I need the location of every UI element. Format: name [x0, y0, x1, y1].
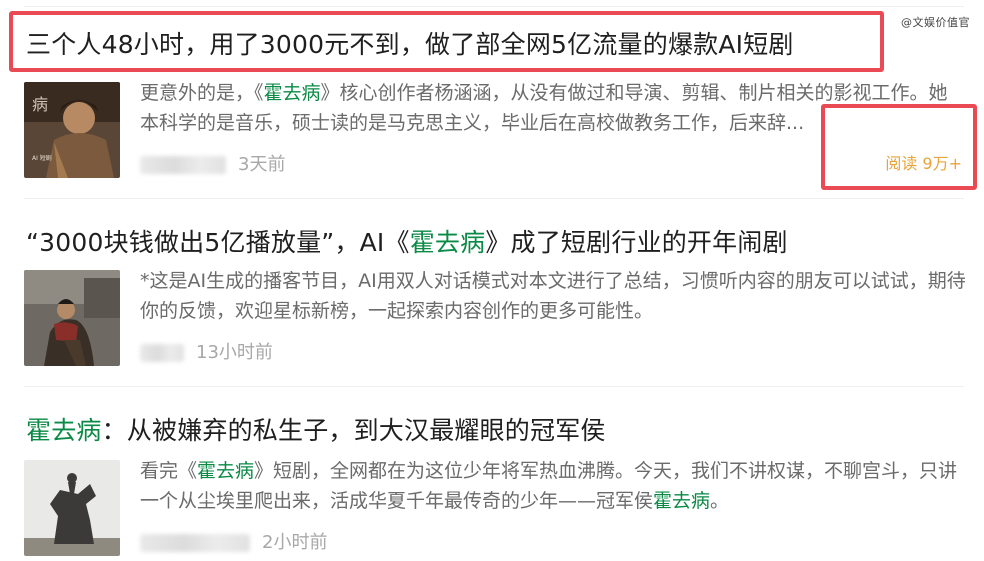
watermark: @文娱价值官	[901, 16, 970, 29]
article-summary: 看完《霍去病》短剧，全网都在为这位少年将军热血沸腾。今天，我们不讲权谋，不聊宫斗…	[140, 460, 958, 512]
svg-text:AI 短剧: AI 短剧	[32, 154, 52, 162]
title-highlight-box	[9, 11, 884, 72]
blurred-account-name	[140, 344, 184, 362]
article-meta: 13小时前	[140, 338, 273, 364]
divider	[24, 6, 964, 7]
article-meta: 2小时前	[140, 528, 327, 554]
divider	[24, 198, 964, 199]
blurred-account-name	[140, 534, 250, 552]
article-title[interactable]: 霍去病：从被嫌弃的私生子，到大汉最耀眼的冠军侯	[26, 411, 606, 447]
read-count-highlight-box	[821, 104, 977, 190]
article-meta: 3天前	[140, 150, 285, 176]
divider	[24, 386, 964, 387]
blurred-account-name	[140, 156, 226, 174]
article-thumbnail[interactable]	[24, 460, 120, 556]
article-thumbnail[interactable]: 病 AI 短剧	[24, 82, 120, 178]
svg-text:病: 病	[32, 95, 48, 114]
article-summary: *这是AI生成的播客节目，AI用双人对话模式对本文进行了总结，习惯听内容的朋友可…	[140, 270, 966, 322]
article-title[interactable]: “3000块钱做出5亿播放量”，AI《霍去病》成了短剧行业的开年闹剧	[26, 223, 788, 259]
article-thumbnail[interactable]	[24, 270, 120, 366]
